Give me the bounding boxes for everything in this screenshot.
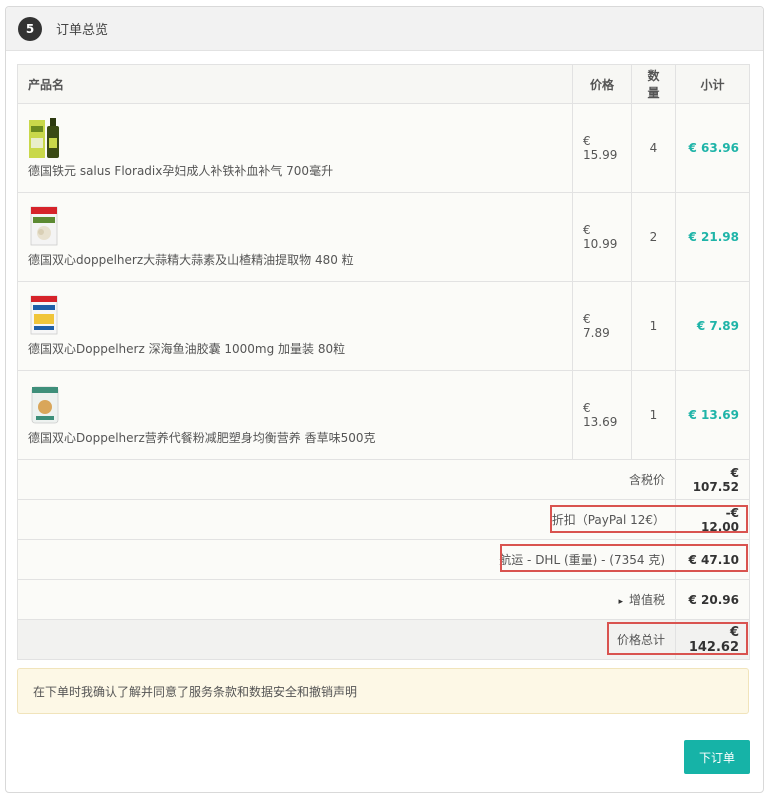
terms-notice: 在下单时我确认了解并同意了服务条款和数据安全和撤销声明 [17,668,749,714]
product-name[interactable]: 德国铁元 salus Floradix孕妇成人补铁补血补气 700毫升 [28,162,562,179]
step-badge: 5 [18,16,42,41]
col-qty: 数量 [631,64,676,104]
product-name[interactable]: 德国双心Doppelherz 深海鱼油胶囊 1000mg 加量装 80粒 [28,340,562,357]
terms-notice-text: 在下单时我确认了解并同意了服务条款和数据安全和撤销声明 [33,684,358,699]
product-price: € 13.69 [572,370,632,460]
vat-toggle[interactable]: ▸ 增值税 [17,579,676,620]
tax-incl-label: 含税价 [17,459,676,500]
place-order-button[interactable]: 下订单 [684,740,750,774]
col-price: 价格 [572,64,632,104]
product-qty: 1 [631,281,676,371]
product-qty: 1 [631,370,676,460]
product-subtotal: € 7.89 [675,281,750,371]
product-subtotal: € 63.96 [675,103,750,193]
product-image-omega3[interactable] [28,292,58,336]
product-qty: 2 [631,192,676,282]
table-row: 德国铁元 salus Floradix孕妇成人补铁补血补气 700毫升 € 15… [17,103,750,193]
panel-header: 5 订单总览 [6,7,763,51]
product-cell: 德国双心doppelherz大蒜精大蒜素及山楂精油提取物 480 粒 [17,192,573,282]
product-price: € 7.89 [572,281,632,371]
panel-title: 订单总览 [56,23,109,38]
summary-row-tax-incl: 含税价 € 107.52 [17,459,750,500]
product-name[interactable]: 德国双心doppelherz大蒜精大蒜素及山楂精油提取物 480 粒 [28,251,562,268]
product-image-floradix[interactable] [28,114,59,158]
table-row: 德国双心doppelherz大蒜精大蒜素及山楂精油提取物 480 粒 € 10.… [17,192,750,282]
shipping-label: 航运 - DHL (重量) - (7354 克) [17,539,676,580]
product-cell: 德国双心Doppelherz 深海鱼油胶囊 1000mg 加量装 80粒 [17,281,573,371]
table-row: 德国双心Doppelherz 深海鱼油胶囊 1000mg 加量装 80粒 € 7… [17,281,750,371]
table-header-row: 产品名 价格 数量 小计 [17,64,750,104]
product-price: € 15.99 [572,103,632,193]
order-table: 产品名 价格 数量 小计 德国铁元 salus Floradix孕妇成人补铁补血… [17,64,750,660]
product-price: € 10.99 [572,192,632,282]
product-subtotal: € 21.98 [675,192,750,282]
summary-row-total: 价格总计 € 142.62 [17,619,750,660]
shipping-value: € 47.10 [675,539,750,580]
col-product-name: 产品名 [17,64,573,104]
vat-label: 增值税 [628,593,665,607]
total-value: € 142.62 [675,619,750,660]
triangle-right-icon: ▸ [618,597,623,607]
product-image-garlic[interactable] [28,203,58,247]
summary-row-vat[interactable]: ▸ 增值税 € 20.96 [17,579,750,620]
discount-value: -€ 12.00 [675,499,750,540]
summary-row-discount: 折扣（PayPal 12€） -€ 12.00 [17,499,750,540]
total-label: 价格总计 [17,619,676,660]
tax-incl-value: € 107.52 [675,459,750,500]
product-subtotal: € 13.69 [675,370,750,460]
product-image-meal-powder[interactable] [28,381,59,425]
summary-row-shipping: 航运 - DHL (重量) - (7354 克) € 47.10 [17,539,750,580]
col-subtotal: 小计 [675,64,750,104]
discount-label: 折扣（PayPal 12€） [17,499,676,540]
product-cell: 德国铁元 salus Floradix孕妇成人补铁补血补气 700毫升 [17,103,573,193]
table-row: 德国双心Doppelherz营养代餐粉减肥塑身均衡营养 香草味500克 € 13… [17,370,750,460]
product-cell: 德国双心Doppelherz营养代餐粉减肥塑身均衡营养 香草味500克 [17,370,573,460]
product-name[interactable]: 德国双心Doppelherz营养代餐粉减肥塑身均衡营养 香草味500克 [28,429,562,446]
vat-value: € 20.96 [675,579,750,620]
product-qty: 4 [631,103,676,193]
